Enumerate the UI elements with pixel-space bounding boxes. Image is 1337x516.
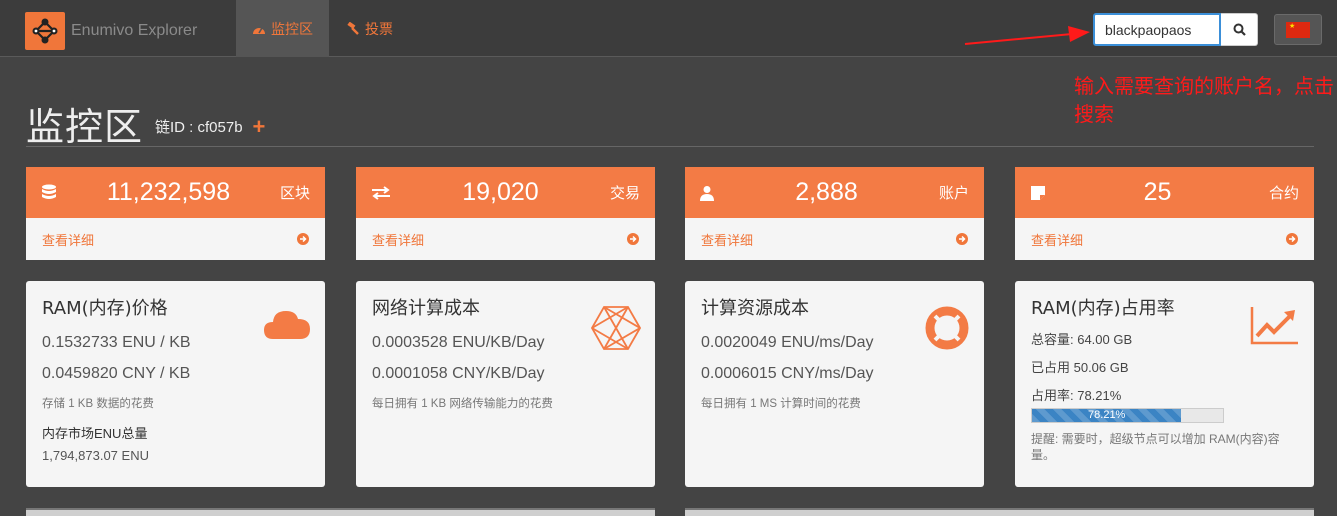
- view-details-label: 查看详细: [372, 232, 425, 248]
- view-details-link[interactable]: 查看详细: [685, 218, 984, 260]
- brand[interactable]: Enumivo Explorer: [25, 12, 197, 50]
- chain-id-label: 链ID : cf057b: [155, 119, 243, 136]
- note-icon: [1031, 185, 1045, 200]
- card-note: 每日拥有 1 MS 计算时间的花费: [701, 398, 861, 410]
- ram-note: 提醒: 需要时，超级节点可以增加 RAM(内容)容量。: [1031, 432, 1280, 462]
- bottom-panel-right: [685, 508, 1314, 516]
- brand-name: Enumivo Explorer: [71, 22, 198, 39]
- annotation-arrow-icon: [964, 26, 1090, 45]
- life-ring-icon: [925, 306, 969, 350]
- top-navbar: Enumivo Explorer 监控区 投票 ★: [0, 0, 1337, 57]
- stat-label: 交易: [609, 185, 640, 202]
- network-hexagon-icon: [591, 306, 641, 350]
- ram-used: 已占用 50.06 GB: [1031, 360, 1129, 375]
- nav-tab-dashboard-label: 监控区: [271, 20, 313, 37]
- nav-tab-vote-label: 投票: [365, 20, 393, 37]
- search-icon: [1233, 23, 1246, 36]
- network-nodes-icon: [25, 12, 65, 50]
- card-ram-price: RAM(内存)价格 0.1532733 ENU / KB 0.0459820 C…: [26, 281, 325, 487]
- card-note: 存储 1 KB 数据的花费: [42, 398, 154, 410]
- stat-label: 区块: [279, 185, 310, 202]
- annotation-text: 输入需要查询的账户名，点击搜索: [1074, 74, 1334, 126]
- chain-add-button[interactable]: +: [253, 116, 266, 138]
- view-details-label: 查看详细: [701, 232, 754, 248]
- stat-card-contracts: 25 合约 查看详细: [1015, 167, 1314, 260]
- view-details-label: 查看详细: [1031, 232, 1084, 248]
- nav-tab-dashboard[interactable]: 监控区: [236, 0, 329, 57]
- view-details-link[interactable]: 查看详细: [26, 218, 325, 260]
- card-cpu-cost: 计算资源成本 0.0020049 ENU/ms/Day 0.0006015 CN…: [685, 281, 984, 487]
- user-icon: [700, 185, 714, 201]
- view-details-link[interactable]: 查看详细: [356, 218, 655, 260]
- arrow-right-icon: [1286, 233, 1298, 245]
- search-input[interactable]: [1093, 13, 1221, 46]
- language-button[interactable]: ★: [1274, 14, 1322, 45]
- ram-rate: 占用率: 78.21%: [1031, 388, 1122, 403]
- stat-card-transactions: 19,020 交易 查看详细: [356, 167, 655, 260]
- stat-value: 25: [1143, 178, 1172, 206]
- heading-divider: [26, 146, 1314, 147]
- stat-label: 合约: [1268, 185, 1299, 202]
- arrow-right-icon: [956, 233, 968, 245]
- stat-card-accounts: 2,888 账户 查看详细: [685, 167, 984, 260]
- ram-price-cny: 0.0459820 CNY / KB: [42, 365, 191, 382]
- stat-value: 11,232,598: [106, 178, 231, 206]
- stat-value: 2,888: [795, 178, 858, 206]
- stat-label: 账户: [938, 185, 969, 202]
- card-net-cost: 网络计算成本 0.0003528 ENU/KB/Day 0.0001058 CN…: [356, 281, 655, 487]
- card-note: 每日拥有 1 KB 网络传输能力的花费: [372, 398, 553, 410]
- ram-market-label: 内存市场ENU总量: [42, 426, 148, 441]
- nav-tab-vote[interactable]: 投票: [330, 0, 409, 57]
- ram-usage-progress: 78.21%: [1031, 408, 1224, 423]
- cpu-cost-cny: 0.0006015 CNY/ms/Day: [701, 365, 874, 382]
- dashboard-icon: [253, 27, 265, 34]
- card-ram-usage: RAM(内存)占用率 总容量: 64.00 GB 已占用 50.06 GB 占用…: [1015, 281, 1314, 487]
- account-search: [1093, 13, 1258, 46]
- arrow-right-icon: [297, 233, 309, 245]
- gavel-icon: [347, 22, 359, 35]
- ram-market-value: 1,794,873.07 ENU: [42, 448, 149, 463]
- cloud-icon: [264, 311, 310, 339]
- stat-value: 19,020: [462, 178, 539, 206]
- ram-usage-progress-fill: 78.21%: [1032, 409, 1182, 422]
- arrow-right-icon: [627, 233, 639, 245]
- page-title: 监控区: [26, 105, 144, 149]
- view-details-link[interactable]: 查看详细: [1015, 218, 1314, 260]
- chain-id: 链ID : cf057b +: [155, 116, 266, 138]
- bottom-panel-left: [26, 508, 655, 516]
- exchange-icon: [372, 185, 390, 200]
- view-details-label: 查看详细: [42, 232, 95, 248]
- search-button[interactable]: [1221, 13, 1258, 46]
- stat-card-blocks: 11,232,598 区块 查看详细: [26, 167, 325, 260]
- database-icon: [42, 184, 56, 199]
- line-chart-icon: [1250, 307, 1298, 345]
- cn-flag-icon: ★: [1286, 21, 1310, 38]
- net-cost-cny: 0.0001058 CNY/KB/Day: [372, 365, 545, 382]
